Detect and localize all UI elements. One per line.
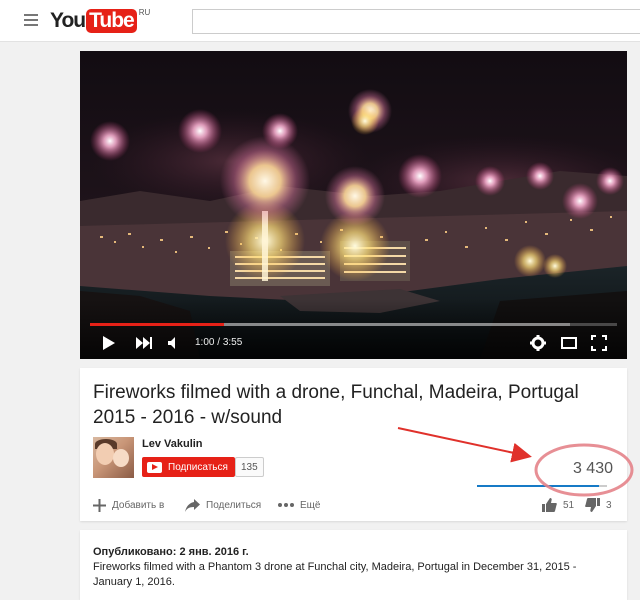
next-button[interactable] xyxy=(136,333,152,353)
thumbs-down-icon xyxy=(585,498,600,512)
next-icon xyxy=(136,337,152,349)
video-info-card: Fireworks filmed with a drone, Funchal, … xyxy=(80,368,627,521)
fullscreen-button[interactable] xyxy=(591,333,607,353)
masthead: You Tube RU xyxy=(0,0,640,42)
theater-mode-icon xyxy=(561,337,577,349)
progress-played xyxy=(90,323,225,326)
description-card: Опубликовано: 2 янв. 2016 г. Fireworks f… xyxy=(80,530,627,600)
view-count: 3 430 xyxy=(572,460,613,477)
more-dots-icon xyxy=(278,503,294,507)
logo-you-text: You xyxy=(50,9,86,32)
video-player[interactable]: 1:00 / 3:55 xyxy=(80,51,627,359)
plus-icon xyxy=(93,498,106,512)
time-total: 3:55 xyxy=(222,337,243,348)
more-button[interactable]: Ещё xyxy=(278,497,320,513)
volume-icon xyxy=(168,337,175,349)
time-current: 1:00 xyxy=(195,337,215,348)
time-display: 1:00 / 3:55 xyxy=(195,337,242,348)
sentiment-bar xyxy=(477,485,607,487)
logo-tube-text: Tube xyxy=(86,9,137,33)
subscriber-count: 135 xyxy=(235,457,264,477)
subscribe-button[interactable]: Подписаться xyxy=(142,457,235,477)
theater-mode-button[interactable] xyxy=(561,333,577,353)
description-text: Fireworks filmed with a Phantom 3 drone … xyxy=(93,561,577,588)
share-label: Поделиться xyxy=(206,499,262,511)
volume-button[interactable] xyxy=(168,333,180,353)
share-arrow-icon xyxy=(185,498,200,512)
avatar-face-child xyxy=(113,449,129,467)
thumbs-up-icon xyxy=(542,498,557,512)
share-button[interactable]: Поделиться xyxy=(185,497,261,513)
channel-name-link[interactable]: Lev Vakulin xyxy=(142,438,203,450)
dislike-button[interactable]: 3 xyxy=(585,497,612,513)
settings-button[interactable] xyxy=(530,333,546,353)
dislike-count: 3 xyxy=(606,499,612,511)
logo-region-label: RU xyxy=(138,8,151,17)
gear-icon xyxy=(530,335,546,351)
add-to-label: Добавить в xyxy=(112,499,165,511)
play-icon xyxy=(103,336,115,350)
time-separator: / xyxy=(214,337,223,348)
youtube-play-icon xyxy=(147,461,162,473)
subscribe-label: Подписаться xyxy=(168,461,228,473)
add-to-button[interactable]: Добавить в xyxy=(93,497,164,513)
search-input[interactable] xyxy=(192,9,640,34)
play-button[interactable] xyxy=(102,333,116,353)
like-button[interactable]: 51 xyxy=(542,497,574,513)
more-label: Ещё xyxy=(300,499,321,511)
channel-avatar[interactable] xyxy=(93,437,134,478)
youtube-logo[interactable]: You Tube RU xyxy=(50,8,151,33)
sentiment-likes-fill xyxy=(477,485,600,487)
fullscreen-icon xyxy=(591,335,607,351)
hamburger-menu-icon[interactable] xyxy=(24,14,38,26)
progress-bar[interactable] xyxy=(90,323,617,326)
like-count: 51 xyxy=(563,499,575,511)
avatar-face-adult xyxy=(96,443,114,465)
video-title: Fireworks filmed with a drone, Funchal, … xyxy=(93,382,579,428)
publish-date: Опубликовано: 2 янв. 2016 г. xyxy=(93,546,249,558)
